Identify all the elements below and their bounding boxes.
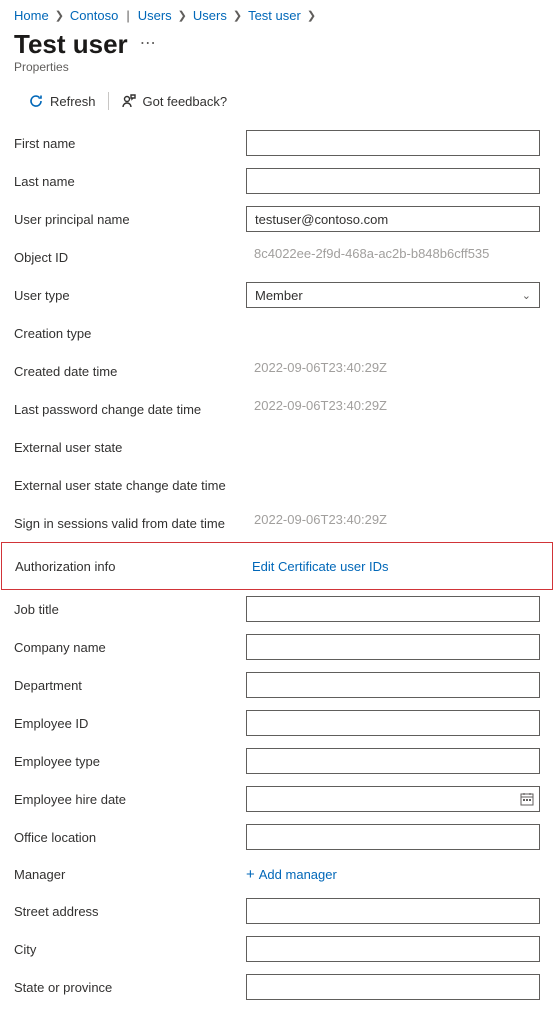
- command-separator: [108, 92, 109, 110]
- plus-icon: +: [246, 867, 255, 882]
- field-employee-hire: Employee hire date: [0, 780, 554, 818]
- field-signin-valid: Sign in sessions valid from date time 20…: [0, 504, 554, 542]
- first-name-input[interactable]: [246, 130, 540, 156]
- feedback-button[interactable]: Got feedback?: [121, 93, 228, 109]
- department-label: Department: [14, 678, 246, 693]
- breadcrumb-users1[interactable]: Users: [138, 8, 172, 23]
- company-label: Company name: [14, 640, 246, 655]
- field-office: Office location: [0, 818, 554, 856]
- last-pwd-label: Last password change date time: [14, 402, 246, 417]
- chevron-right-icon: ❯: [233, 9, 242, 22]
- field-city: City: [0, 930, 554, 968]
- field-company: Company name: [0, 628, 554, 666]
- breadcrumb-divider: |: [126, 8, 129, 23]
- chevron-right-icon: ❯: [55, 9, 64, 22]
- breadcrumb-home[interactable]: Home: [14, 8, 49, 23]
- street-label: Street address: [14, 904, 246, 919]
- field-manager: Manager + Add manager: [0, 856, 554, 892]
- field-object-id: Object ID 8c4022ee-2f9d-468a-ac2b-b848b6…: [0, 238, 554, 276]
- field-department: Department: [0, 666, 554, 704]
- object-id-label: Object ID: [14, 250, 246, 265]
- field-employee-type: Employee type: [0, 742, 554, 780]
- manager-label: Manager: [14, 867, 246, 882]
- edit-certificate-user-ids-link[interactable]: Edit Certificate user IDs: [247, 559, 389, 574]
- refresh-button[interactable]: Refresh: [28, 93, 96, 109]
- job-title-label: Job title: [14, 602, 246, 617]
- breadcrumb-users2[interactable]: Users: [193, 8, 227, 23]
- authorization-info-highlight: Authorization info Edit Certificate user…: [1, 542, 553, 590]
- field-last-pwd: Last password change date time 2022-09-0…: [0, 390, 554, 428]
- last-pwd-value: 2022-09-06T23:40:29Z: [246, 396, 540, 422]
- state-label: State or province: [14, 980, 246, 995]
- city-label: City: [14, 942, 246, 957]
- created-label: Created date time: [14, 364, 246, 379]
- employee-id-input[interactable]: [246, 710, 540, 736]
- upn-input[interactable]: [246, 206, 540, 232]
- breadcrumb-tenant[interactable]: Contoso: [70, 8, 118, 23]
- ext-state-dt-label: External user state change date time: [14, 478, 246, 493]
- last-name-label: Last name: [14, 174, 246, 189]
- ext-state-label: External user state: [14, 440, 246, 455]
- ext-state-dt-value: [246, 472, 540, 498]
- authz-label: Authorization info: [15, 559, 247, 574]
- field-created: Created date time 2022-09-06T23:40:29Z: [0, 352, 554, 390]
- field-street: Street address: [0, 892, 554, 930]
- chevron-right-icon: ❯: [307, 9, 316, 22]
- field-first-name: First name: [0, 124, 554, 162]
- upn-label: User principal name: [14, 212, 246, 227]
- job-title-input[interactable]: [246, 596, 540, 622]
- employee-hire-label: Employee hire date: [14, 792, 246, 807]
- office-label: Office location: [14, 830, 246, 845]
- field-user-type: User type Member ⌄: [0, 276, 554, 314]
- last-name-input[interactable]: [246, 168, 540, 194]
- department-input[interactable]: [246, 672, 540, 698]
- user-type-value: Member: [255, 288, 303, 303]
- field-ext-state-dt: External user state change date time: [0, 466, 554, 504]
- page-subtitle: Properties: [0, 60, 554, 84]
- breadcrumb: Home ❯ Contoso | Users ❯ Users ❯ Test us…: [0, 0, 554, 25]
- employee-type-label: Employee type: [14, 754, 246, 769]
- page-header: Test user ⋯: [0, 25, 554, 60]
- field-state: State or province: [0, 968, 554, 1006]
- field-authz: Authorization info Edit Certificate user…: [2, 548, 552, 584]
- creation-type-label: Creation type: [14, 326, 246, 341]
- field-upn: User principal name: [0, 200, 554, 238]
- properties-form: First name Last name User principal name…: [0, 122, 554, 1016]
- city-input[interactable]: [246, 936, 540, 962]
- field-job-title: Job title: [0, 590, 554, 628]
- feedback-label: Got feedback?: [143, 94, 228, 109]
- state-input[interactable]: [246, 974, 540, 1000]
- field-last-name: Last name: [0, 162, 554, 200]
- signin-valid-label: Sign in sessions valid from date time: [14, 516, 246, 531]
- page-title: Test user: [14, 29, 128, 60]
- employee-hire-input[interactable]: [246, 786, 540, 812]
- office-input[interactable]: [246, 824, 540, 850]
- refresh-icon: [28, 93, 44, 109]
- first-name-label: First name: [14, 136, 246, 151]
- field-ext-state: External user state: [0, 428, 554, 466]
- field-employee-id: Employee ID: [0, 704, 554, 742]
- company-input[interactable]: [246, 634, 540, 660]
- employee-id-label: Employee ID: [14, 716, 246, 731]
- chevron-right-icon: ❯: [178, 9, 187, 22]
- object-id-value: 8c4022ee-2f9d-468a-ac2b-b848b6cff535: [246, 244, 540, 270]
- ext-state-value: [246, 434, 540, 460]
- creation-type-value: [246, 320, 540, 346]
- refresh-label: Refresh: [50, 94, 96, 109]
- signin-valid-value: 2022-09-06T23:40:29Z: [246, 510, 540, 536]
- street-input[interactable]: [246, 898, 540, 924]
- chevron-down-icon: ⌄: [522, 289, 531, 302]
- more-icon[interactable]: ⋯: [140, 33, 158, 57]
- command-bar: Refresh Got feedback?: [0, 84, 554, 122]
- field-creation-type: Creation type: [0, 314, 554, 352]
- created-value: 2022-09-06T23:40:29Z: [246, 358, 540, 384]
- add-manager-label: Add manager: [259, 867, 337, 882]
- add-manager-link[interactable]: + Add manager: [246, 867, 337, 882]
- employee-type-input[interactable]: [246, 748, 540, 774]
- user-type-label: User type: [14, 288, 246, 303]
- feedback-icon: [121, 93, 137, 109]
- breadcrumb-user[interactable]: Test user: [248, 8, 301, 23]
- user-type-select[interactable]: Member ⌄: [246, 282, 540, 308]
